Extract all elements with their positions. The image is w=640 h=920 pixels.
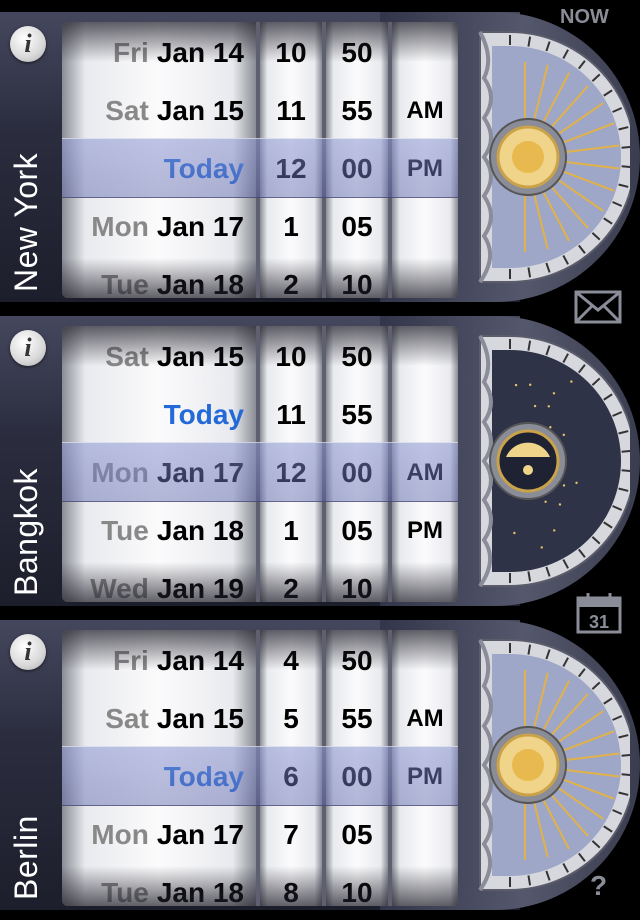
- weekday-label: Sat: [105, 703, 149, 734]
- wheel-row[interactable]: 2: [260, 256, 322, 298]
- date-label: Jan 17: [157, 211, 244, 242]
- weekday-label: Wed: [90, 573, 149, 602]
- weekday-label: Fri: [113, 37, 149, 68]
- date-label: Jan 14: [157, 37, 244, 68]
- wheel-row[interactable]: Tue Jan 18: [62, 502, 256, 560]
- wheel-row[interactable]: AM: [392, 690, 458, 748]
- wheel-row[interactable]: [392, 806, 458, 864]
- date-label: Jan 15: [157, 703, 244, 734]
- selection-band: [62, 442, 458, 502]
- wheel-row[interactable]: 2: [260, 560, 322, 602]
- weekday-label: Tue: [101, 877, 149, 906]
- weekday-label: Fri: [113, 645, 149, 676]
- wheel-row[interactable]: 8: [260, 864, 322, 906]
- weekday-label: Tue: [101, 515, 149, 546]
- wheel-row[interactable]: [392, 386, 458, 444]
- date-label: Jan 15: [157, 95, 244, 126]
- weekday-label: Mon: [91, 211, 149, 242]
- wheel-row[interactable]: 55: [326, 82, 388, 140]
- wheel-row[interactable]: [392, 560, 458, 602]
- wheel-row[interactable]: 1: [260, 198, 322, 256]
- date-label: Jan 15: [157, 341, 244, 372]
- clock-panel-berlin: i Berlin FriJan 14SatJan 15TodayMonJan 1…: [0, 620, 640, 910]
- clock-panel-bangkok: i Bangkok SatJan 15TodayMonJan 17TueJan …: [0, 316, 640, 606]
- wheel-row[interactable]: 50: [326, 632, 388, 690]
- clock-panel-new-york: i New York FriJan 14SatJan 15TodayMonJan…: [0, 12, 640, 302]
- wheel-row[interactable]: Mon Jan 17: [62, 806, 256, 864]
- wheel-row[interactable]: 05: [326, 502, 388, 560]
- moon-dial-icon: [470, 332, 630, 590]
- wheel-row[interactable]: 11: [260, 82, 322, 140]
- wheel-row[interactable]: 10: [326, 864, 388, 906]
- wheel-row[interactable]: Wed Jan 19: [62, 560, 256, 602]
- wheel-row[interactable]: Sat Jan 15: [62, 82, 256, 140]
- wheel-row[interactable]: Today: [62, 386, 256, 444]
- wheel-row[interactable]: 50: [326, 24, 388, 82]
- city-label[interactable]: Bangkok: [8, 316, 45, 596]
- date-label: Jan 17: [157, 819, 244, 850]
- selection-band: [62, 138, 458, 198]
- sun-dial-icon: [470, 28, 630, 286]
- wheel-row[interactable]: 10: [326, 256, 388, 298]
- date-label: Jan 18: [157, 877, 244, 906]
- date-label: Jan 14: [157, 645, 244, 676]
- wheel-row[interactable]: Fri Jan 14: [62, 24, 256, 82]
- wheel-row[interactable]: 50: [326, 328, 388, 386]
- wheel-row[interactable]: [392, 632, 458, 690]
- wheel-row[interactable]: 10: [260, 24, 322, 82]
- weekday-label: Sat: [105, 95, 149, 126]
- weekday-label: Mon: [91, 819, 149, 850]
- wheel-row[interactable]: 11: [260, 386, 322, 444]
- selection-band: [62, 746, 458, 806]
- date-label: Jan 18: [157, 515, 244, 546]
- wheel-row[interactable]: 55: [326, 690, 388, 748]
- wheel-row[interactable]: [392, 328, 458, 386]
- wheel-row[interactable]: 05: [326, 198, 388, 256]
- wheel-row[interactable]: 1: [260, 502, 322, 560]
- wheel-row[interactable]: Mon Jan 17: [62, 198, 256, 256]
- wheel-row[interactable]: [392, 24, 458, 82]
- date-label: Today: [164, 399, 244, 430]
- wheel-row[interactable]: 4: [260, 632, 322, 690]
- wheel-row[interactable]: Fri Jan 14: [62, 632, 256, 690]
- wheel-row[interactable]: Tue Jan 18: [62, 864, 256, 906]
- wheel-row[interactable]: Sat Jan 15: [62, 328, 256, 386]
- wheel-row[interactable]: 5: [260, 690, 322, 748]
- sun-dial-icon: [470, 636, 630, 894]
- city-label[interactable]: New York: [8, 12, 45, 292]
- wheel-row[interactable]: Tue Jan 18: [62, 256, 256, 298]
- wheel-row[interactable]: [392, 198, 458, 256]
- weekday-label: Sat: [105, 341, 149, 372]
- city-label[interactable]: Berlin: [8, 620, 45, 900]
- date-label: Jan 19: [157, 573, 244, 602]
- wheel-row[interactable]: 7: [260, 806, 322, 864]
- wheel-row[interactable]: 55: [326, 386, 388, 444]
- wheel-row[interactable]: PM: [392, 502, 458, 560]
- wheel-row[interactable]: [392, 864, 458, 906]
- wheel-row[interactable]: AM: [392, 82, 458, 140]
- wheel-row[interactable]: 05: [326, 806, 388, 864]
- help-button[interactable]: ?: [590, 870, 607, 902]
- wheel-row[interactable]: 10: [326, 560, 388, 602]
- date-label: Jan 18: [157, 269, 244, 298]
- weekday-label: Tue: [101, 269, 149, 298]
- wheel-row[interactable]: Sat Jan 15: [62, 690, 256, 748]
- wheel-row[interactable]: [392, 256, 458, 298]
- wheel-row[interactable]: 10: [260, 328, 322, 386]
